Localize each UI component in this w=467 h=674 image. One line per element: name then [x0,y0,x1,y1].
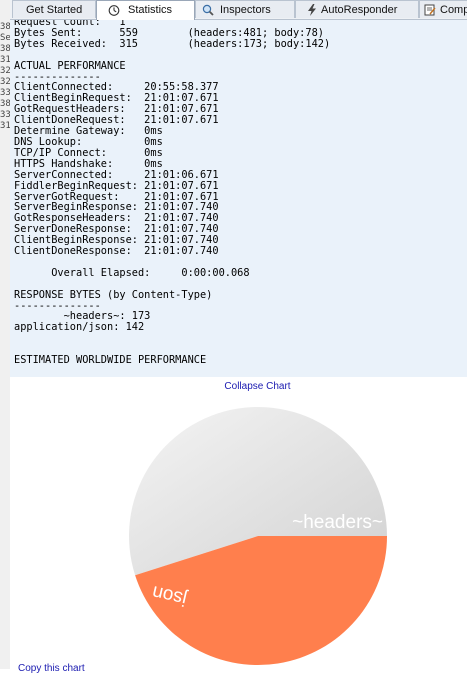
stopwatch-icon [108,5,120,16]
chart-area: Collapse Chart ~headers~ json Copy this c… [10,377,467,674]
tab-composer[interactable]: Comp [419,0,467,18]
tab-inspectors[interactable]: Inspectors [195,0,295,18]
magnifier-icon [202,4,214,16]
lightning-icon [308,4,316,16]
tab-label: Inspectors [220,4,271,16]
tab-statistics[interactable]: Statistics [96,0,195,20]
pie-chart: ~headers~json [129,406,387,665]
tab-strip: Get Started Statistics Inspectors AutoRe… [10,0,467,20]
statistics-text-panel: Request Count: 1 Bytes Sent: 559 (header… [10,20,467,377]
statistics-text: Request Count: 1 Bytes Sent: 559 (header… [14,20,331,367]
tab-get-started[interactable]: Get Started [12,0,96,18]
tab-label: Comp [440,4,467,16]
tab-label: Statistics [128,4,173,16]
pie-label-headers: ~headers~ [292,512,383,533]
tab-autoresponder[interactable]: AutoResponder [295,0,419,18]
tab-label: Get Started [26,4,83,16]
tab-label: AutoResponder [321,4,398,16]
composer-icon [424,4,436,16]
